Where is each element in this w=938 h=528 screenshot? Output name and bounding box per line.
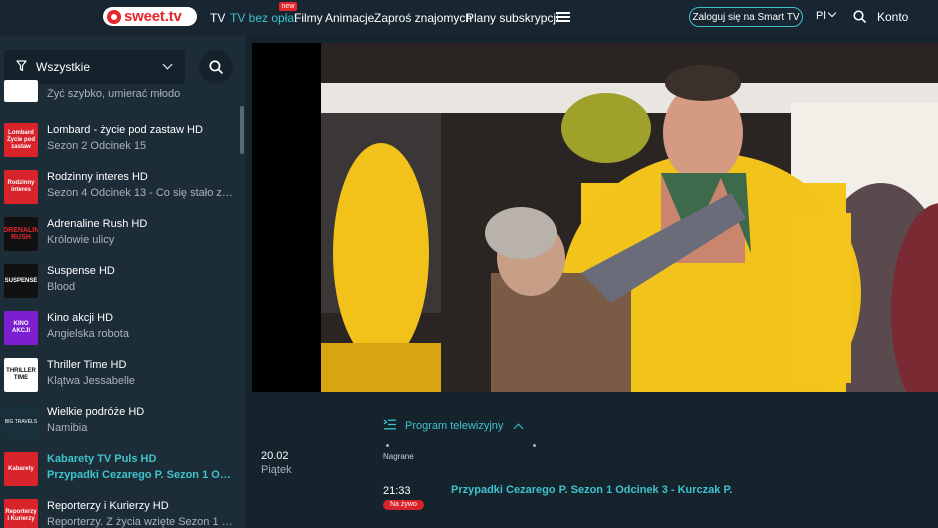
nav-subscription-plans-label[interactable]: Plany subskrypcji: [466, 11, 559, 25]
language-selector[interactable]: Pl: [816, 8, 837, 22]
channel-item[interactable]: ADRENALINE RUSH Adrenaline Rush HD Królo…: [0, 212, 240, 259]
channel-name: Kino akcji HD: [47, 312, 114, 324]
nav-tv-label[interactable]: TV: [210, 11, 225, 25]
nav-free-tv-label[interactable]: TV bez opłat new: [230, 2, 298, 25]
channel-sidebar: Wszystkie Żyć szybko, umierać młodo Lomb…: [0, 36, 246, 528]
sweet-tv-logo[interactable]: sweet.tv: [103, 7, 197, 26]
nav-free-tv[interactable]: TV bez opłat new: [230, 0, 298, 36]
account-link[interactable]: Konto: [877, 10, 908, 24]
channel-name: Wielkie podróże HD: [47, 406, 145, 418]
channel-logo: SUSPENSE: [4, 264, 38, 298]
previous-entry-indicator: [386, 444, 389, 447]
nav-tv[interactable]: TV: [210, 0, 225, 36]
channel-current-show: Sezon 2 Odcinek 15: [47, 140, 147, 152]
logo-text: sweet.tv: [124, 8, 182, 25]
filter-label: Wszystkie: [36, 60, 90, 74]
channel-name: Kabarety TV Puls HD: [47, 453, 157, 465]
nav-free-tv-text: TV bez opłat: [230, 11, 298, 25]
nav-movies[interactable]: Filmy: [294, 0, 323, 36]
nav-movies-label[interactable]: Filmy: [294, 11, 323, 25]
channel-name: Adrenaline Rush HD: [47, 218, 148, 230]
channel-name: Lombard - życie pod zastaw HD: [47, 124, 203, 136]
channel-current-show: Sezon 4 Odcinek 13 - Co się stało z ci..…: [47, 187, 233, 199]
channel-item[interactable]: Reporterzy i Kurierzy Reporterzy i Kurie…: [0, 494, 240, 528]
channel-item[interactable]: KINO AKCJI Kino akcji HD Angielska robot…: [0, 306, 240, 353]
channel-current-show: Blood: [47, 281, 76, 293]
channel-logo: ADRENALINE RUSH: [4, 217, 38, 251]
channel-current-show: Królowie ulicy: [47, 234, 115, 246]
tv-program-toggle[interactable]: Program telewizyjny: [383, 419, 524, 433]
channel-item-active[interactable]: Kabarety Kabarety TV Puls HD Przypadki C…: [0, 447, 240, 494]
menu-icon[interactable]: [556, 12, 570, 22]
channel-item[interactable]: THRILLER TIME Thriller Time HD Klątwa Je…: [0, 353, 240, 400]
channel-logo: Kabarety: [4, 452, 38, 486]
program-time: 21:33: [383, 485, 411, 497]
channel-current-show: Namibia: [47, 422, 88, 434]
language-label: Pl: [816, 10, 826, 22]
program-list-icon: [383, 419, 397, 433]
search-icon: [209, 60, 223, 74]
chevron-up-icon: [513, 423, 524, 433]
channel-item[interactable]: SUSPENSE Suspense HD Blood: [0, 259, 240, 306]
epg-date: 20.02: [261, 450, 289, 462]
logo-mark-icon: [107, 9, 121, 24]
live-badge: Na żywo: [383, 500, 424, 510]
channel-logo: Rodzinny interes: [4, 170, 38, 204]
tv-program-label: Program telewizyjny: [405, 420, 504, 432]
nav-invite-friends[interactable]: Zaproś znajomych: [374, 0, 472, 36]
channel-logo: Lombard Życie pod zastaw: [4, 123, 38, 157]
channel-name: Rodzinny interes HD: [47, 171, 148, 183]
video-player[interactable]: [252, 43, 938, 392]
program-title[interactable]: Przypadki Cezarego P. Sezon 1 Odcinek 3 …: [451, 484, 732, 496]
nav-animations[interactable]: Animacje: [325, 0, 374, 36]
nav-animations-label[interactable]: Animacje: [325, 11, 374, 25]
search-icon[interactable]: [853, 10, 866, 28]
channel-item[interactable]: Lombard Życie pod zastaw Lombard - życie…: [0, 118, 240, 165]
chevron-down-icon: [162, 59, 173, 70]
nav-invite-friends-label[interactable]: Zaproś znajomych: [374, 11, 472, 25]
chevron-down-icon: [827, 8, 837, 18]
channel-current-show: Klątwa Jessabelle: [47, 375, 136, 387]
channel-item[interactable]: BIG TRAVELS Wielkie podróże HD Namibia: [0, 400, 240, 447]
smart-tv-login-button[interactable]: Zaloguj się na Smart TV: [689, 7, 803, 27]
channel-name: Suspense HD: [47, 265, 115, 277]
channel-logo: [4, 80, 38, 102]
recorded-label: Nagrane: [383, 452, 414, 461]
channel-logo: Reporterzy i Kurierzy: [4, 499, 38, 528]
filter-icon: [16, 59, 27, 75]
channel-current-show: Reporterzy. Z życia wzięte Sezon 1 Od...: [47, 516, 233, 528]
previous-entry-indicator: [533, 444, 536, 447]
sidebar-scrollbar[interactable]: [240, 106, 244, 154]
channel-logo: KINO AKCJI: [4, 311, 38, 345]
channel-name: Thriller Time HD: [47, 359, 127, 371]
nav-subscription-plans[interactable]: Plany subskrypcji: [466, 0, 559, 36]
epg-day: Piątek: [261, 464, 292, 476]
top-header: sweet.tv TV TV bez opłat new Filmy Anima…: [0, 0, 938, 36]
channel-current-show: Przypadki Cezarego P. Sezon 1 Odcinek...: [47, 469, 233, 481]
channel-logo: BIG TRAVELS: [4, 405, 38, 439]
channel-search-button[interactable]: [199, 50, 233, 84]
channel-current-show: Angielska robota: [47, 328, 129, 340]
channel-name: Reporterzy i Kurierzy HD: [47, 500, 169, 512]
channel-current-show: Żyć szybko, umierać młodo: [47, 88, 181, 100]
channel-item[interactable]: Rodzinny interes Rodzinny interes HD Sez…: [0, 165, 240, 212]
video-frame: [321, 43, 938, 392]
channel-filter-dropdown[interactable]: Wszystkie: [4, 50, 185, 84]
channel-logo: THRILLER TIME: [4, 358, 38, 392]
